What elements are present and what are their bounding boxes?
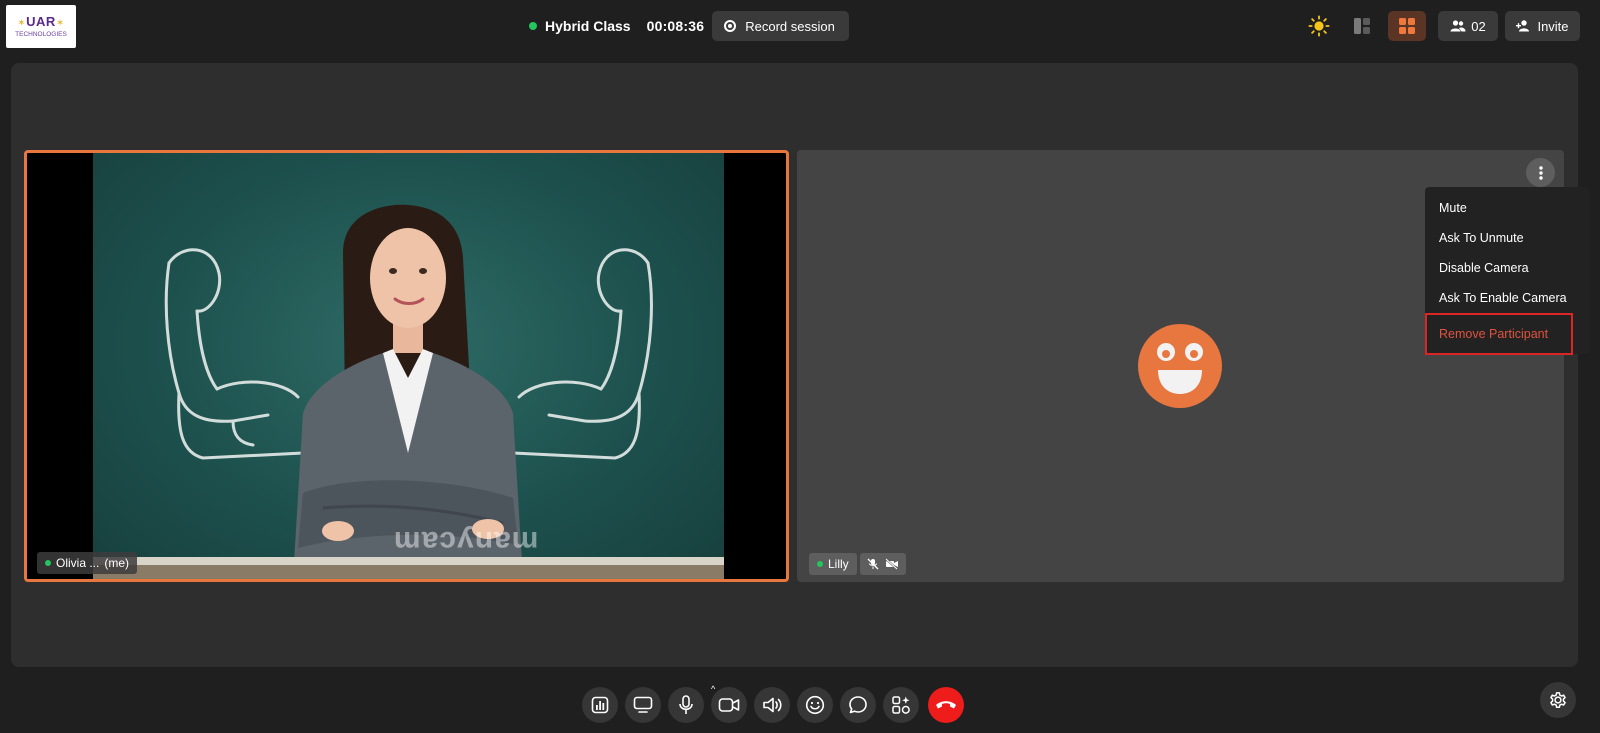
participant-status-icons [860, 553, 906, 575]
microphone-icon [679, 695, 693, 714]
speaker-icon [763, 697, 782, 713]
teacher-video-image [164, 204, 653, 579]
grid-layout-icon [1399, 18, 1415, 34]
participants-button[interactable]: 02 [1438, 11, 1498, 41]
camera-off-icon [885, 558, 898, 570]
record-session-label: Record session [745, 18, 835, 34]
session-timer: 00:08:36 [646, 18, 705, 34]
chat-button[interactable] [840, 687, 876, 723]
class-title: Hybrid Class [545, 18, 631, 34]
menu-item-ask-to-unmute[interactable]: Ask To Unmute [1425, 223, 1590, 253]
sidebar-layout-button[interactable] [1346, 11, 1378, 41]
participant-name-tag-me: Olivia ... (me) [37, 552, 138, 574]
invite-button[interactable]: Invite [1505, 11, 1580, 41]
class-info: Hybrid Class 00:08:36 Record session [529, 11, 849, 41]
camera-video: manycam [93, 153, 724, 579]
monitor-icon [633, 696, 653, 713]
record-icon [724, 20, 737, 32]
invite-label: Invite [1537, 18, 1569, 34]
speaker-button[interactable] [754, 687, 790, 723]
hang-up-icon [936, 701, 956, 709]
participant-more-options-button[interactable] [1526, 158, 1555, 187]
video-camera-icon [718, 698, 740, 712]
bar-chart-icon [591, 696, 609, 714]
participant-options-menu: Mute Ask To Unmute Disable Camera Ask To… [1425, 187, 1590, 355]
participant-self-suffix: (me) [104, 556, 130, 570]
menu-item-remove-participant[interactable]: Remove Participant [1425, 313, 1573, 355]
participant-name-tag-other: Lilly [809, 553, 857, 575]
sidebar-layout-icon [1354, 18, 1370, 34]
smiley-avatar-icon [1138, 324, 1222, 408]
mic-off-icon [867, 558, 879, 570]
more-vertical-icon [1538, 165, 1543, 180]
live-indicator-dot [529, 22, 537, 30]
menu-item-mute[interactable]: Mute [1425, 193, 1590, 223]
screen-share-button[interactable] [625, 687, 661, 723]
online-indicator-dot [817, 561, 823, 567]
company-logo: ✶UAR✶ TECHNOLOGIES [6, 5, 76, 48]
people-icon [1450, 20, 1466, 32]
gear-icon [1550, 692, 1566, 708]
camera-button[interactable] [711, 687, 747, 723]
participant-name: Lilly [828, 557, 849, 571]
menu-item-ask-to-enable-camera[interactable]: Ask To Enable Camera [1425, 283, 1590, 313]
logo-main-text: UAR [26, 13, 56, 29]
camera-options-caret-icon[interactable]: ^ [711, 684, 715, 694]
control-bar [0, 687, 1600, 733]
logo-sub-text: TECHNOLOGIES [15, 30, 67, 38]
participant-count: 02 [1471, 18, 1486, 34]
microphone-button[interactable] [668, 687, 704, 723]
chat-bubble-icon [849, 696, 867, 714]
stats-button[interactable] [582, 687, 618, 723]
smiley-icon [805, 695, 825, 715]
sun-icon[interactable] [1308, 15, 1330, 37]
chalk-tray [93, 557, 724, 565]
settings-button[interactable] [1540, 682, 1576, 718]
reactions-button[interactable] [797, 687, 833, 723]
video-tile-me[interactable]: manycam Olivia ... (me) [24, 150, 789, 582]
menu-item-disable-camera[interactable]: Disable Camera [1425, 253, 1590, 283]
apps-button[interactable] [883, 687, 919, 723]
participant-name: Olivia ... [56, 556, 100, 570]
online-indicator-dot [45, 560, 51, 566]
apps-icon [892, 696, 910, 714]
top-bar: ✶UAR✶ TECHNOLOGIES Hybrid Class 00:08:36… [0, 0, 1600, 53]
end-call-button[interactable] [928, 687, 964, 723]
grid-layout-button[interactable] [1388, 11, 1426, 41]
tray-base [93, 565, 724, 579]
record-session-button[interactable]: Record session [712, 11, 849, 41]
add-user-icon [1516, 20, 1530, 32]
video-watermark: manycam [393, 525, 539, 558]
